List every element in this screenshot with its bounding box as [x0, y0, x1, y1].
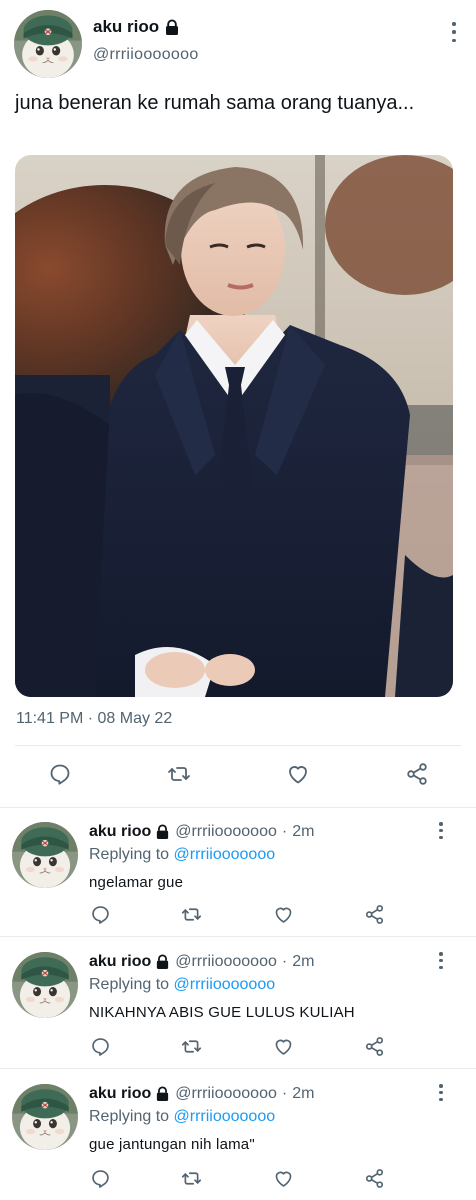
reply-time[interactable]: 2m — [292, 1085, 314, 1103]
reply-action-bar — [0, 900, 476, 930]
replying-to: Replying to @rrriiooooooo — [89, 976, 275, 994]
tweet-photo[interactable] — [15, 155, 453, 697]
share-icon[interactable] — [403, 760, 431, 788]
reply-tweet[interactable]: aku rioo @rrriiooooooo · 2m Replying to … — [0, 1070, 476, 1200]
retweet-icon[interactable] — [177, 1164, 205, 1192]
reply-text: gue jantungan nih lama" — [89, 1136, 255, 1153]
lock-icon — [165, 18, 180, 36]
reply-tweet[interactable]: aku rioo @rrriiooooooo · 2m Replying to … — [0, 808, 476, 940]
more-icon[interactable] — [437, 952, 445, 969]
reply-action-bar — [0, 1164, 476, 1194]
separator: · — [281, 1085, 288, 1102]
mention-link[interactable]: @rrriiooooooo — [174, 976, 276, 993]
replying-to: Replying to @rrriiooooooo — [89, 846, 275, 864]
reply-header: aku rioo @rrriiooooooo · 2m — [89, 1085, 314, 1103]
replying-to: Replying to @rrriiooooooo — [89, 1108, 275, 1126]
tweet-timestamp[interactable]: 11:41 PM · 08 May 22 — [16, 710, 172, 728]
lock-icon — [155, 1086, 170, 1102]
reply-icon[interactable] — [86, 1164, 114, 1192]
separator: · — [281, 823, 288, 840]
replying-to-label: Replying to — [89, 846, 170, 863]
reply-tweet[interactable]: aku rioo @rrriiooooooo · 2m Replying to … — [0, 938, 476, 1070]
cat-avatar-image — [14, 10, 82, 78]
user-handle[interactable]: @rrriiooooooo — [175, 823, 277, 841]
reply-time[interactable]: 2m — [292, 823, 314, 841]
display-name[interactable]: aku rioo — [89, 1085, 151, 1103]
share-icon[interactable] — [360, 1164, 388, 1192]
reply-action-bar — [0, 1032, 476, 1062]
main-tweet: aku rioo @rrriiooooooo juna beneran ke r… — [0, 0, 476, 808]
like-icon[interactable] — [269, 1164, 297, 1192]
avatar[interactable] — [12, 822, 78, 888]
more-icon[interactable] — [437, 822, 445, 839]
reply-text: ngelamar gue — [89, 874, 184, 891]
replying-to-label: Replying to — [89, 976, 170, 993]
reply-time[interactable]: 2m — [292, 953, 314, 971]
like-icon[interactable] — [269, 900, 297, 928]
avatar[interactable] — [12, 1084, 78, 1150]
replying-to-label: Replying to — [89, 1108, 170, 1125]
reply-icon[interactable] — [86, 900, 114, 928]
user-handle[interactable]: @rrriiooooooo — [93, 46, 199, 64]
display-name[interactable]: aku rioo — [89, 823, 151, 841]
separator: · — [281, 953, 288, 970]
retweet-icon[interactable] — [177, 900, 205, 928]
reply-header: aku rioo @rrriiooooooo · 2m — [89, 953, 314, 971]
divider — [0, 1068, 476, 1069]
photo-image — [15, 155, 453, 697]
tweet-text: juna beneran ke rumah sama orang tuanya.… — [15, 92, 415, 114]
share-icon[interactable] — [360, 900, 388, 928]
lock-icon — [155, 824, 170, 840]
display-name[interactable]: aku rioo — [89, 953, 151, 971]
retweet-icon[interactable] — [165, 760, 193, 788]
like-icon[interactable] — [284, 760, 312, 788]
lock-icon — [155, 954, 170, 970]
more-icon[interactable] — [450, 22, 458, 42]
reply-header: aku rioo @rrriiooooooo · 2m — [89, 823, 314, 841]
share-icon[interactable] — [360, 1032, 388, 1060]
user-handle[interactable]: @rrriiooooooo — [175, 953, 277, 971]
reply-icon[interactable] — [46, 760, 74, 788]
reply-icon[interactable] — [86, 1032, 114, 1060]
main-action-bar — [0, 760, 476, 790]
reply-text: NIKAHNYA ABIS GUE LULUS KULIAH — [89, 1004, 355, 1021]
retweet-icon[interactable] — [177, 1032, 205, 1060]
divider — [15, 745, 461, 746]
cat-avatar-image — [12, 822, 78, 888]
more-icon[interactable] — [437, 1084, 445, 1101]
user-handle[interactable]: @rrriiooooooo — [175, 1085, 277, 1103]
cat-avatar-image — [12, 952, 78, 1018]
display-name[interactable]: aku rioo — [93, 17, 180, 37]
cat-avatar-image — [12, 1084, 78, 1150]
mention-link[interactable]: @rrriiooooooo — [174, 1108, 276, 1125]
avatar[interactable] — [14, 10, 82, 78]
divider — [0, 936, 476, 937]
avatar[interactable] — [12, 952, 78, 1018]
display-name-text: aku rioo — [93, 17, 160, 36]
mention-link[interactable]: @rrriiooooooo — [174, 846, 276, 863]
like-icon[interactable] — [269, 1032, 297, 1060]
